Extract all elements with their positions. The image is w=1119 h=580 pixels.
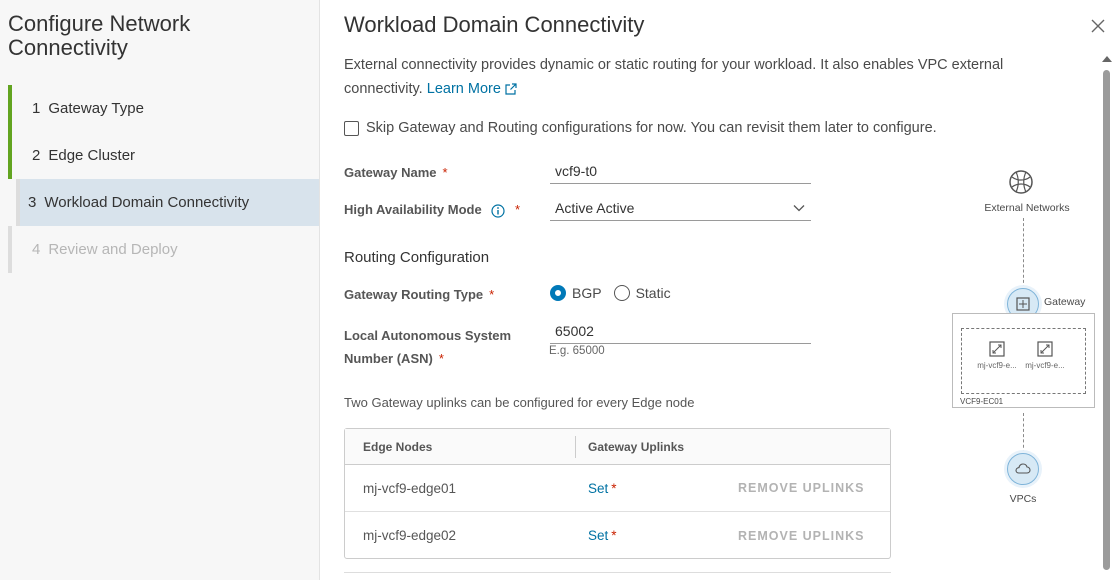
required-mark: * <box>438 351 444 366</box>
external-network-icon <box>1009 170 1033 194</box>
topology-diagram: External Networks Gateway mj-vcf9-e... m… <box>950 160 1100 520</box>
scroll-up-arrow-icon[interactable] <box>1102 56 1112 62</box>
step-number: 2 <box>32 147 41 164</box>
uplinks-note: Two Gateway uplinks can be configured fo… <box>344 395 695 410</box>
gateway-name-label-text: Gateway Name <box>344 165 437 180</box>
step-number: 3 <box>28 194 37 211</box>
vpcs-node[interactable] <box>1007 453 1039 485</box>
connector-line <box>1023 413 1024 453</box>
skip-label: Skip Gateway and Routing configurations … <box>366 120 937 136</box>
uplinks-table: Edge Nodes Gateway Uplinks mj-vcf9-edge0… <box>344 428 891 559</box>
step-gateway-type[interactable]: 1 Gateway Type <box>8 85 319 132</box>
edge-node-item: mj-vcf9-e... <box>1020 341 1070 370</box>
skip-checkbox[interactable] <box>344 120 359 136</box>
uplink-cell: Set * <box>588 481 617 496</box>
asn-label-line2: Number (ASN) <box>344 351 433 366</box>
learn-more-link[interactable]: Learn More <box>427 81 518 97</box>
gateway-name-label: Gateway Name * <box>344 165 448 180</box>
gateway-icon <box>1016 297 1030 311</box>
step-review-and-deploy: 4 Review and Deploy <box>8 226 319 273</box>
routing-type-label-text: Gateway Routing Type <box>344 287 484 302</box>
edge-node-name: mj-vcf9-edge02 <box>363 528 457 543</box>
info-icon[interactable] <box>491 203 505 218</box>
edge-node-name: mj-vcf9-edge01 <box>363 480 457 496</box>
asn-label: Local Autonomous System Number (ASN) * <box>344 324 511 370</box>
scrollbar[interactable] <box>1101 56 1113 576</box>
step-number: 4 <box>32 241 41 258</box>
edge-node-item: mj-vcf9-e... <box>972 341 1022 370</box>
set-uplink-link[interactable]: Set <box>588 528 608 543</box>
radio-static[interactable] <box>613 285 630 301</box>
step-label: Review and Deploy <box>48 241 178 258</box>
scroll-thumb[interactable] <box>1103 70 1110 570</box>
remove-uplinks-button[interactable]: REMOVE UPLINKS <box>738 481 865 495</box>
column-header-gateway-uplinks: Gateway Uplinks <box>588 439 685 454</box>
radio-bgp-label[interactable]: BGP <box>572 285 602 301</box>
cloud-icon <box>1015 463 1031 474</box>
wizard-sidebar: Configure Network Connectivity 1 Gateway… <box>0 0 320 580</box>
learn-more-label: Learn More <box>426 81 501 97</box>
column-header-edge-nodes: Edge Nodes <box>345 435 576 458</box>
chevron-down-icon <box>793 205 805 212</box>
table-header: Edge Nodes Gateway Uplinks <box>345 429 890 465</box>
edge-node-label: mj-vcf9-e... <box>977 361 1017 370</box>
edge-cluster-label: VCF9-EC01 <box>960 397 1004 406</box>
gateway-label: Gateway <box>1044 296 1086 308</box>
uplink-cell: Set * <box>588 528 617 543</box>
required-mark: * <box>489 287 495 302</box>
ha-mode-value: Active Active <box>555 200 635 216</box>
ha-mode-label: High Availability Mode * <box>344 202 520 218</box>
routing-type-label: Gateway Routing Type * <box>344 287 494 302</box>
edge-node-icon <box>1037 341 1053 357</box>
asn-label-line1: Local Autonomous System <box>344 328 512 343</box>
asn-input[interactable]: 65002 <box>550 320 811 344</box>
wizard-title: Configure Network Connectivity <box>8 11 191 60</box>
remove-uplinks-button[interactable]: REMOVE UPLINKS <box>738 529 865 543</box>
step-label: Gateway Type <box>48 100 144 117</box>
gateway-name-input[interactable]: vcf9-t0 <box>550 160 811 184</box>
connector-line <box>1023 218 1024 288</box>
step-workload-domain-connectivity[interactable]: 3 Workload Domain Connectivity <box>16 179 319 226</box>
table-row: mj-vcf9-edge02 Set * REMOVE UPLINKS <box>345 512 890 559</box>
edge-cluster-inner: mj-vcf9-e... mj-vcf9-e... <box>961 328 1086 394</box>
step-label: Edge Cluster <box>48 147 136 164</box>
page-description: External connectivity provides dynamic o… <box>344 53 1064 101</box>
asn-helper-text: E.g. 65000 <box>549 345 605 357</box>
required-mark: * <box>611 480 617 496</box>
routing-type-radio-group: BGP Static <box>550 285 683 301</box>
required-mark: * <box>442 165 448 180</box>
divider <box>344 572 891 573</box>
close-button[interactable] <box>1090 18 1110 38</box>
radio-static-label[interactable]: Static <box>636 285 671 301</box>
main-content: Workload Domain Connectivity External co… <box>320 0 1119 580</box>
skip-configuration-row: Skip Gateway and Routing configurations … <box>344 120 937 136</box>
edge-node-icon <box>989 341 1005 357</box>
step-label: Workload Domain Connectivity <box>44 194 250 211</box>
radio-bgp[interactable] <box>550 285 566 301</box>
routing-section-title: Routing Configuration <box>344 249 490 266</box>
edge-cluster-box: mj-vcf9-e... mj-vcf9-e... VCF9-EC01 <box>952 313 1095 408</box>
close-icon <box>1091 19 1105 33</box>
ha-mode-select[interactable]: Active Active <box>550 197 811 221</box>
set-uplink-link[interactable]: Set <box>588 481 608 496</box>
step-number: 1 <box>32 100 41 117</box>
step-edge-cluster[interactable]: 2 Edge Cluster <box>8 132 319 179</box>
edge-node-label: mj-vcf9-e... <box>1025 361 1065 370</box>
page-title: Workload Domain Connectivity <box>344 12 645 37</box>
wizard-steps: 1 Gateway Type 2 Edge Cluster 3 Workload… <box>8 85 319 273</box>
required-mark: * <box>514 202 521 217</box>
table-row: mj-vcf9-edge01 Set * REMOVE UPLINKS <box>345 465 890 512</box>
required-mark: * <box>611 528 617 543</box>
external-networks-label: External Networks <box>984 202 1070 214</box>
asn-label-line2-row: Number (ASN) * <box>344 347 511 370</box>
external-link-icon <box>505 83 517 95</box>
vpcs-label: VPCs <box>1009 493 1037 505</box>
ha-mode-label-text: High Availability Mode <box>344 202 482 217</box>
